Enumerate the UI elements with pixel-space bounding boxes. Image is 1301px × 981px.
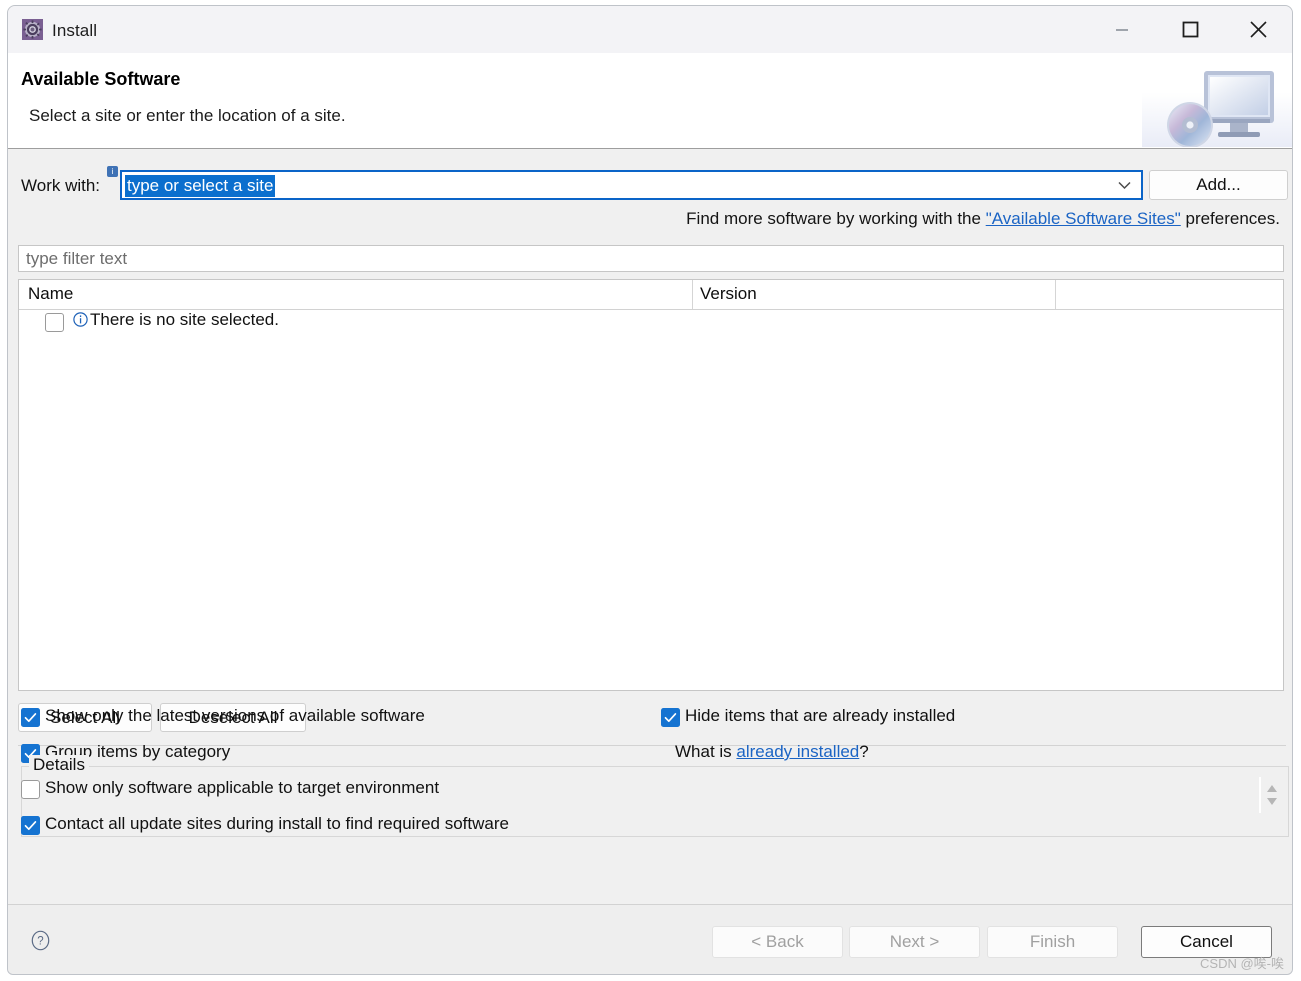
help-circle-icon[interactable]: ? [30,930,51,951]
what-is-suffix: ? [859,742,869,761]
details-caret [1259,777,1261,813]
dialog-body: Work with: i type or select a site Add..… [8,149,1292,905]
available-software-tree[interactable]: Name Version There is no site selected. [18,279,1284,691]
what-is-already-installed-text: What is already installed? [675,742,869,762]
tree-column-header: Name Version [19,280,1283,310]
back-button[interactable]: < Back [712,926,843,958]
already-installed-link[interactable]: already installed [736,742,859,761]
details-label: Details [29,755,89,775]
info-badge-icon: i [107,166,118,177]
finish-button[interactable]: Finish [987,926,1118,958]
next-button[interactable]: Next > [849,926,980,958]
column-divider[interactable] [1055,280,1056,309]
checkbox-checked-icon[interactable] [21,708,40,732]
column-divider[interactable] [692,280,693,309]
install-dialog-window: Install Available Software Select a site… [7,5,1293,975]
info-circle-icon [73,312,88,332]
maximize-icon[interactable] [1156,6,1224,53]
option-label: Hide items that are already installed [685,706,956,725]
checkbox-checked-icon[interactable] [661,708,680,732]
chevron-down-icon[interactable] [1107,172,1141,198]
work-with-input-value[interactable]: type or select a site [125,175,276,197]
row-checkbox[interactable] [45,313,64,337]
svg-text:?: ? [37,936,43,948]
what-is-prefix: What is [675,742,737,761]
available-software-sites-link[interactable]: "Available Software Sites" [986,209,1181,228]
install-gear-icon [22,19,43,40]
table-row[interactable]: There is no site selected. [19,309,1283,337]
wizard-header: Available Software Select a site or ente… [8,53,1292,149]
find-more-suffix: preferences. [1180,209,1280,228]
add-site-button[interactable]: Add... [1149,170,1288,200]
dialog-footer: ? < Back Next > Finish Cancel CSDN @唉-唉 [8,904,1292,974]
column-header-name[interactable]: Name [28,284,73,304]
watermark: CSDN @唉-唉 [1200,956,1284,971]
filter-input[interactable]: type filter text [18,245,1284,272]
option-label: Contact all update sites during install … [45,814,509,833]
filter-placeholder: type filter text [26,249,128,268]
minimize-icon[interactable] [1088,6,1156,53]
column-header-version[interactable]: Version [700,284,757,304]
option-label: Show only the latest versions of availab… [45,706,425,725]
row-name-cell: There is no site selected. [90,310,279,329]
checkbox-unchecked-icon[interactable] [21,780,40,804]
work-with-label: Work with: [21,176,101,195]
title-bar: Install [8,6,1292,53]
window-title: Install [52,21,98,40]
work-with-combo[interactable]: type or select a site [120,170,1143,200]
checkbox-checked-icon[interactable] [21,816,40,840]
close-icon[interactable] [1224,6,1292,53]
page-title: Available Software [21,69,181,89]
find-more-software-text: Find more software by working with the "… [686,209,1280,229]
monitor-disc-icon [1142,53,1292,148]
option-label: Show only software applicable to target … [45,778,440,797]
page-subtitle: Select a site or enter the location of a… [29,106,346,125]
find-more-prefix: Find more software by working with the [686,209,986,228]
up-down-spinner-icon[interactable] [1265,782,1279,808]
